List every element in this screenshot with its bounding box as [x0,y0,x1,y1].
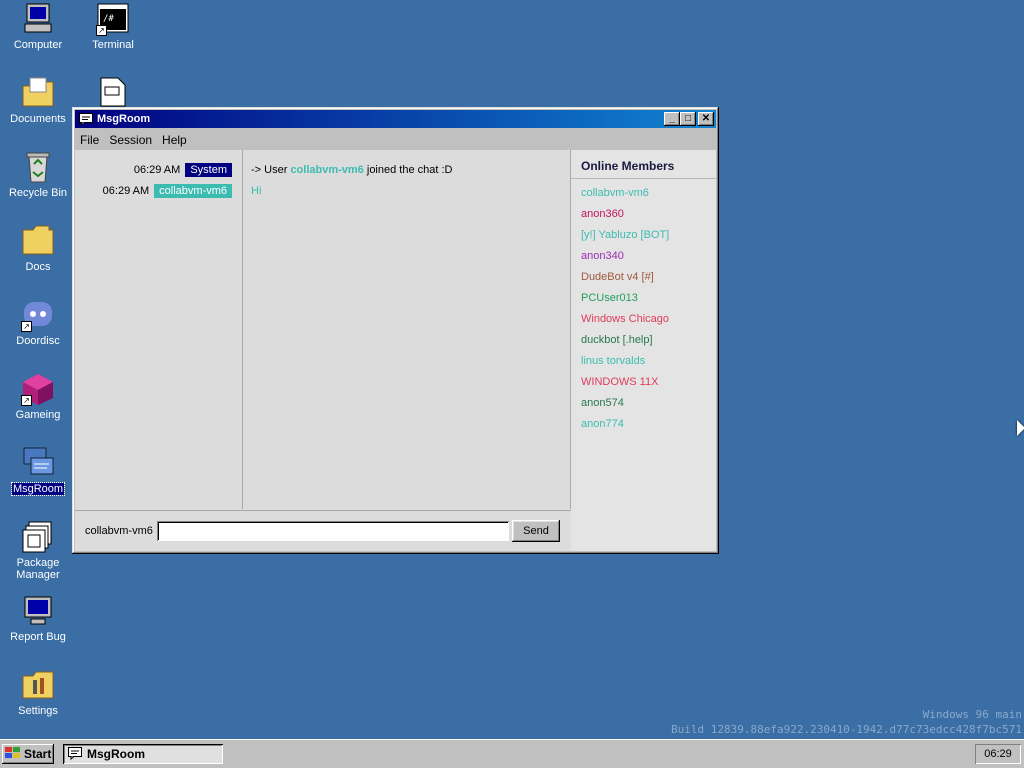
cube-icon: ↗ [21,372,55,406]
desktop-icon-label: Report Bug [10,631,66,643]
menu-help[interactable]: Help [157,133,192,147]
desktop-icon-recycle-bin[interactable]: Recycle Bin [2,150,74,199]
message-meta-row: 06:29 AM System [134,163,232,177]
member-item[interactable]: DudeBot v4 [#] [581,271,654,283]
msgroom-icon [21,446,55,480]
close-button[interactable]: ✕ [698,112,714,126]
member-item[interactable]: collabvm-vm6 [581,187,649,199]
windows-logo-icon [5,746,21,763]
menu-bar: File Session Help [75,130,716,150]
member-item[interactable]: anon574 [581,397,624,409]
desktop-icon-computer[interactable]: Computer [2,2,74,51]
member-item[interactable]: duckbot [.help] [581,334,653,346]
desktop-icon-report-bug[interactable]: Report Bug [2,594,74,643]
message-text: -> User collabvm-vm6 joined the chat :D [251,164,453,176]
members-panel: Online Members collabvm-vm6 anon360 [y!]… [571,150,716,551]
svg-text:/#: /# [103,14,114,24]
message-text: Hi [251,185,262,197]
message-time: 06:29 AM [133,164,181,176]
window-title: MsgRoom [97,113,151,125]
file-icon[interactable] [100,77,126,107]
desktop-icon-label: Package Manager [16,557,60,581]
desktop-icon-msgroom[interactable]: MsgRoom [2,446,74,496]
member-item[interactable]: [y!] Yabluzo [BOT] [581,229,669,241]
nickname-label: collabvm-vm6 [85,525,153,537]
taskbar-item-msgroom[interactable]: MsgRoom [63,744,223,764]
send-button[interactable]: Send [512,520,560,542]
start-button[interactable]: Start [2,744,54,764]
menu-session[interactable]: Session [104,133,157,147]
settings-icon [21,668,55,702]
input-bar: collabvm-vm6 Send [75,510,571,552]
minimize-button[interactable]: _ [664,112,680,126]
desktop-icon-label: Terminal [92,39,134,51]
desktop-icon-doordisc[interactable]: ↗ Doordisc [2,298,74,347]
desktop-icon-docs[interactable]: Docs [2,224,74,273]
desktop-icon-label: Documents [10,113,66,125]
build-watermark-line1: Windows 96 main [922,708,1022,721]
desktop-icon-terminal[interactable]: /# ↗ Terminal [77,2,149,51]
taskbar-item-label: MsgRoom [87,747,145,761]
desktop-icon-documents[interactable]: Documents [2,76,74,125]
chat-content: 06:29 AM System 06:29 AM collabvm-vm6 ->… [75,150,716,551]
msgroom-title-icon [79,113,93,127]
message-column: -> User collabvm-vm6 joined the chat :D … [243,150,571,509]
desktop-icon-label: MsgRoom [10,482,66,496]
taskbar: Start MsgRoom 06:29 [0,739,1024,768]
desktop-icon-label: Gameing [15,409,61,421]
desktop-icon-package-manager[interactable]: Package Manager [2,520,74,581]
clock[interactable]: 06:29 [975,744,1021,764]
desktop-icon-gameing[interactable]: ↗ Gameing [2,372,74,421]
folder-icon [21,224,55,258]
message-user: collabvm-vm6 [290,164,364,176]
sender-badge[interactable]: System [185,163,232,177]
recycle-bin-icon [21,150,55,184]
message-meta-row: 06:29 AM collabvm-vm6 [103,184,232,198]
msgroom-task-icon [67,746,83,763]
member-item[interactable]: WINDOWS 11X [581,376,658,388]
start-label: Start [24,747,52,761]
members-divider [571,178,716,179]
member-item[interactable]: anon340 [581,250,624,262]
desktop-icon-label: Computer [13,39,63,51]
member-item[interactable]: PCUser013 [581,292,638,304]
msgroom-window[interactable]: MsgRoom _ □ ✕ File Session Help 06:29 AM… [72,107,719,554]
member-item[interactable]: anon774 [581,418,624,430]
desktop-icon-label: Doordisc [16,335,60,347]
desktop-icon-settings[interactable]: Settings [2,668,74,717]
package-manager-icon [21,520,55,554]
message-input[interactable] [157,521,509,541]
folder-icon [21,76,55,110]
title-bar[interactable]: MsgRoom _ □ ✕ [75,110,716,128]
computer-icon [21,2,55,36]
doordisc-icon: ↗ [21,298,55,332]
terminal-icon: /# ↗ [96,2,130,36]
build-watermark-line2: Build 12839.88efa922.230410-1942.d77c73e… [671,723,1022,736]
members-title: Online Members [581,159,675,173]
desktop-icon-label: Settings [18,705,58,717]
desktop-icon-label: Recycle Bin [8,187,68,199]
mouse-cursor-icon [1017,420,1024,436]
menu-file[interactable]: File [75,133,104,147]
report-bug-icon [21,594,55,628]
message-time: 06:29 AM [102,185,150,197]
member-item[interactable]: Windows Chicago [581,313,669,325]
member-item[interactable]: anon360 [581,208,624,220]
maximize-button[interactable]: □ [680,112,696,126]
sender-badge[interactable]: collabvm-vm6 [154,184,232,198]
desktop-icon-label: Docs [25,261,51,273]
member-item[interactable]: linus torvalds [581,355,645,367]
message-meta-column: 06:29 AM System 06:29 AM collabvm-vm6 [75,150,243,509]
